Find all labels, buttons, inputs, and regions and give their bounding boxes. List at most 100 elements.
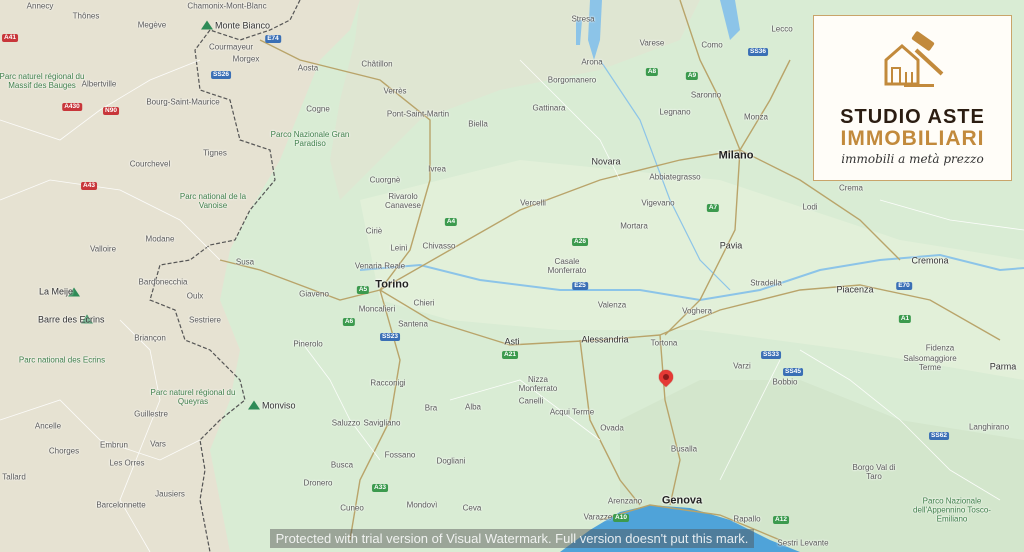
logo-title: STUDIO ASTE [840, 106, 985, 128]
city-label-saluzzo: Saluzzo [331, 418, 361, 428]
city-label-briancon: Briançon [134, 333, 166, 343]
road-shield: A430 [62, 103, 82, 111]
city-label-ancelle: Ancelle [34, 421, 62, 431]
city-label-voghera: Voghera [682, 306, 712, 316]
city-label-bardonecchia: Bardonecchia [138, 277, 188, 287]
road-shield: A1 [898, 315, 912, 323]
city-label-borgomanero: Borgomanero [547, 75, 597, 85]
city-label-langhirano: Langhirano [968, 422, 1010, 432]
park-label-ecrins: Parc national des Ecrins [18, 355, 106, 365]
studio-aste-logo: STUDIO ASTE IMMOBILIARI immobili a metà … [813, 15, 1012, 181]
city-label-chivasso: Chivasso [422, 241, 456, 251]
road-shield: A21 [502, 351, 518, 359]
road-shield: A33 [372, 484, 388, 492]
city-label-vars: Vars [150, 439, 166, 449]
road-shield: SS33 [761, 351, 781, 359]
city-label-racconigi: Racconigi [370, 378, 406, 388]
road-shield: A7 [706, 204, 720, 212]
city-label-stradella: Stradella [750, 278, 782, 288]
city-label-santena: Santena [398, 319, 428, 329]
city-label-oulx: Oulx [186, 291, 204, 301]
city-label-varese: Varese [639, 38, 665, 48]
road-shield: A8 [645, 68, 659, 76]
city-label-courchevel: Courchevel [129, 159, 171, 169]
city-label-aosta: Aosta [297, 63, 319, 73]
logo-tagline: immobili a metà prezzo [841, 152, 984, 166]
city-label-pinerolo: Pinerolo [293, 339, 323, 349]
city-label-varazze: Varazze [583, 512, 613, 522]
city-label-ovada: Ovada [600, 423, 624, 433]
city-label-alessandria: Alessandria [581, 334, 629, 345]
city-label-alba: Alba [464, 402, 482, 412]
city-label-modane: Modane [145, 234, 175, 244]
city-label-morgex: Morgex [232, 54, 260, 64]
city-label-acqui: Acqui Terme [549, 407, 595, 417]
road-shield: A43 [81, 182, 97, 190]
city-label-cogne: Cogne [306, 104, 330, 114]
city-label-fidenza: Fidenza [925, 343, 955, 353]
city-label-valenza: Valenza [597, 300, 627, 310]
city-label-venaria: Venaria Reale [354, 261, 406, 271]
city-label-rapallo: Rapallo [733, 514, 761, 524]
city-label-mondovi: Mondovì [406, 500, 438, 510]
city-label-tallard: Tallard [2, 472, 26, 482]
road-shield: E74 [265, 35, 281, 43]
city-label-asti: Asti [504, 336, 520, 347]
city-label-legnano: Legnano [659, 107, 691, 117]
city-label-vercelli: Vercelli [520, 198, 546, 208]
city-label-tignes: Tignes [203, 148, 227, 158]
city-label-bourg: Bourg-Saint-Maurice [146, 97, 220, 107]
city-label-torino: Torino [375, 278, 409, 291]
city-label-nizza: Nizza Monferrato [518, 375, 558, 393]
city-label-cuneo: Cuneo [340, 503, 364, 513]
city-label-moncalieri: Moncalieri [358, 304, 396, 314]
watermark-text: Protected with trial version of Visual W… [269, 529, 755, 548]
city-label-ivrea: Ivrea [428, 164, 446, 174]
city-label-lesorres: Les Orres [109, 458, 145, 468]
peak-label-la-meije: La Meije [39, 286, 74, 297]
city-label-stresa: Stresa [571, 14, 595, 24]
road-shield: A10 [613, 514, 629, 522]
city-label-embrun: Embrun [99, 440, 129, 450]
city-label-annecy: Annecy [26, 1, 54, 11]
city-label-thones: Thônes [72, 11, 100, 21]
city-label-como: Como [701, 40, 723, 50]
city-label-gattinara: Gattinara [532, 103, 566, 113]
city-label-mortara: Mortara [620, 221, 648, 231]
city-label-valloire: Valloire [89, 244, 117, 254]
road-shield: A4 [444, 218, 458, 226]
city-label-barcelonnette: Barcelonnette [96, 500, 146, 510]
peak-label-monviso: Monviso [262, 400, 296, 411]
city-label-guillestre: Guillestre [134, 409, 168, 419]
city-label-novara: Novara [591, 156, 621, 167]
logo-subtitle: IMMOBILIARI [840, 127, 985, 150]
city-label-lodi: Lodi [802, 202, 818, 212]
road-shield: E25 [572, 282, 588, 290]
city-label-tortona: Tortona [650, 338, 678, 348]
city-label-dronero: Dronero [303, 478, 333, 488]
city-label-busalla: Busalla [670, 444, 698, 454]
road-shield: A41 [2, 34, 18, 42]
city-label-arenzano: Arenzano [607, 496, 643, 506]
city-label-bobbio: Bobbio [772, 377, 798, 387]
city-label-monza: Monza [743, 112, 769, 122]
city-label-leini: Leinì [390, 243, 408, 253]
city-label-sestriere: Sestriere [188, 315, 222, 325]
map-canvas[interactable]: Torino Milano Genova Alessandria Asti No… [0, 0, 1024, 552]
city-label-arona: Arona [581, 57, 603, 67]
city-label-courmayeur: Courmayeur [208, 42, 254, 52]
city-label-rivarolo: Rivarolo Canavese [384, 192, 422, 210]
city-label-genova: Genova [661, 494, 703, 507]
city-label-verres: Verrès [383, 86, 407, 96]
city-label-cuorgne: Cuorgnè [369, 175, 401, 185]
peak-label-barre-des-ecrins: Barre des Ecrins [38, 314, 105, 325]
city-label-chatillon: Châtillon [361, 59, 393, 69]
park-label-vanoise: Parc national de la Vanoise [179, 192, 247, 210]
road-shield: SS45 [783, 368, 803, 376]
city-label-giaveno: Giaveno [299, 289, 329, 299]
road-shield: A26 [572, 238, 588, 246]
road-shield: N90 [103, 107, 119, 115]
city-label-fossano: Fossano [384, 450, 416, 460]
city-label-dogliani: Dogliani [436, 456, 466, 466]
city-label-lecco: Lecco [771, 24, 793, 34]
